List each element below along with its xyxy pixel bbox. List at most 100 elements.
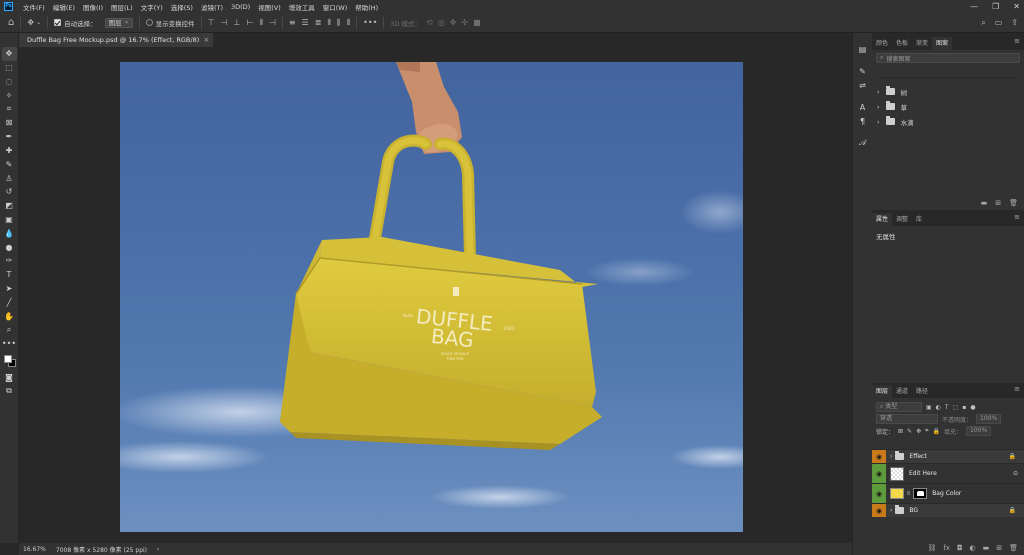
pen-tool-icon[interactable]: ✑ xyxy=(2,254,17,268)
menu-view[interactable]: 视图(V) xyxy=(254,2,285,12)
menu-filter[interactable]: 滤镜(T) xyxy=(197,2,227,12)
document-canvas[interactable]: DUFFLE BAG Kulo 2021 READY MOCKUP FREE P… xyxy=(120,62,743,532)
character-icon[interactable]: A xyxy=(856,101,870,113)
auto-select-dropdown[interactable]: 图层 xyxy=(104,17,133,28)
delete-icon[interactable]: 🗑 xyxy=(1009,199,1018,207)
brush-tool-icon[interactable]: ✎ xyxy=(2,157,17,171)
line-tool-icon[interactable]: ╱ xyxy=(2,295,17,309)
new-group-icon[interactable]: ▬ xyxy=(983,544,990,552)
frame-tool-icon[interactable]: ⊠ xyxy=(2,116,17,130)
eraser-tool-icon[interactable]: ◩ xyxy=(2,199,17,213)
layer-row-edit-here[interactable]: ◉ Edit Here ⊙ xyxy=(872,463,1024,483)
menu-3d[interactable]: 3D(D) xyxy=(227,3,254,11)
distribute-left-icon[interactable]: ⦀ xyxy=(327,18,331,28)
layer-row-bag-color[interactable]: ◉ 8 Bag Color xyxy=(872,483,1024,503)
new-layer-icon[interactable]: ⊞ xyxy=(996,544,1002,552)
filter-adjust-icon[interactable]: ◐ xyxy=(936,404,941,411)
quick-mask-icon[interactable]: ◙ xyxy=(2,371,17,385)
fill-input[interactable]: 100% xyxy=(966,426,992,436)
stamp-tool-icon[interactable]: ♙ xyxy=(2,171,17,185)
link-layers-icon[interactable]: ⛓ xyxy=(927,544,936,552)
workspace-icon[interactable]: ▭ xyxy=(995,18,1003,27)
delete-layer-icon[interactable]: 🗑 xyxy=(1009,544,1018,552)
lock-position-icon[interactable]: ✥ xyxy=(916,428,921,435)
filter-pixel-icon[interactable]: ▣ xyxy=(926,404,932,411)
distribute-right-icon[interactable]: ⦀ xyxy=(347,18,351,28)
visibility-eye-icon[interactable]: ◉ xyxy=(872,450,886,463)
align-top-icon[interactable]: ⊤ xyxy=(208,18,215,27)
add-mask-icon[interactable]: ◘ xyxy=(957,544,963,552)
distribute-vcenter-icon[interactable]: ☰ xyxy=(302,18,309,27)
document-tab[interactable]: Duffle Bag Free Mockup.psd @ 16.7% (Effe… xyxy=(19,33,214,47)
zoom-tool-icon[interactable]: ⌕ xyxy=(2,323,17,337)
tab-gradients[interactable]: 渐变 xyxy=(912,37,932,50)
move-tool-preset[interactable]: ✥ ⌄ xyxy=(27,18,41,27)
type-tool-icon[interactable]: T xyxy=(2,268,17,282)
menu-select[interactable]: 选择(S) xyxy=(167,2,197,12)
pattern-folder[interactable]: › 水滴 xyxy=(872,114,1024,129)
magic-wand-tool-icon[interactable]: ✧ xyxy=(2,88,17,102)
color-swatches[interactable] xyxy=(2,353,17,371)
status-menu-arrow[interactable]: › xyxy=(157,546,159,553)
home-icon[interactable]: ⌂ xyxy=(8,17,14,28)
more-options-icon[interactable]: ••• xyxy=(363,18,377,27)
history-brush-tool-icon[interactable]: ↺ xyxy=(2,185,17,199)
hand-tool-icon[interactable]: ✋ xyxy=(2,309,17,323)
align-left-icon[interactable]: ⊢ xyxy=(247,18,254,27)
menu-file[interactable]: 文件(F) xyxy=(19,2,49,12)
layer-row-bg[interactable]: ◉ › BG 🔒 xyxy=(872,503,1024,517)
menu-window[interactable]: 窗口(W) xyxy=(319,2,352,12)
blur-tool-icon[interactable]: 💧 xyxy=(2,226,17,240)
chevron-right-icon[interactable]: › xyxy=(890,453,892,460)
lock-all-icon[interactable]: 🔒 xyxy=(933,428,940,435)
menu-plugins[interactable]: 增效工具 xyxy=(285,2,319,12)
more-tools-icon[interactable]: ••• xyxy=(2,337,17,351)
minimize-button[interactable]: — xyxy=(970,2,978,11)
zoom-level[interactable]: 16.67% xyxy=(23,546,46,553)
close-tab-icon[interactable]: × xyxy=(203,33,209,47)
visibility-eye-icon[interactable]: ◉ xyxy=(872,504,886,517)
lock-artboard-icon[interactable]: ⌗ xyxy=(925,427,928,435)
layer-filter-dropdown[interactable]: ⌕ 类型 xyxy=(876,402,922,412)
lock-image-icon[interactable]: ✎ xyxy=(907,428,912,435)
align-right-icon[interactable]: ⊣ xyxy=(269,18,276,27)
search-icon[interactable]: ⌕ xyxy=(981,18,985,28)
menu-help[interactable]: 帮助(H) xyxy=(351,2,382,12)
crop-tool-icon[interactable]: ⌗ xyxy=(2,102,17,116)
restore-button[interactable]: ❐ xyxy=(992,2,999,11)
visibility-eye-icon[interactable]: ◉ xyxy=(872,484,886,503)
tab-layers[interactable]: 图层 xyxy=(872,385,893,398)
distribute-top-icon[interactable]: ≡ xyxy=(289,18,296,27)
glyphs-icon[interactable]: 𝒜 xyxy=(856,137,870,149)
filter-toggle-icon[interactable]: ● xyxy=(970,404,975,411)
filter-shape-icon[interactable]: ⬚ xyxy=(953,404,959,411)
tab-paths[interactable]: 路径 xyxy=(912,385,932,398)
tab-color[interactable]: 颜色 xyxy=(872,37,892,50)
layer-style-icon[interactable]: fx xyxy=(943,544,950,552)
healing-tool-icon[interactable]: ✚ xyxy=(2,144,17,158)
eyedropper-tool-icon[interactable]: ✒ xyxy=(2,130,17,144)
chevron-right-icon[interactable]: › xyxy=(890,507,892,514)
lasso-tool-icon[interactable]: ◌ xyxy=(2,75,17,89)
screen-mode-icon[interactable]: ⧉ xyxy=(2,384,17,398)
show-transform-checkbox[interactable]: 显示变换控件 xyxy=(145,18,195,28)
distribute-hcenter-icon[interactable]: ⫼ xyxy=(337,18,341,28)
align-bottom-icon[interactable]: ⊥ xyxy=(234,18,241,27)
distribute-bottom-icon[interactable]: ≣ xyxy=(315,18,322,27)
history-icon[interactable]: ▤ xyxy=(856,43,870,55)
brush-settings-icon[interactable]: ✎ xyxy=(856,65,870,77)
dodge-tool-icon[interactable]: ● xyxy=(2,240,17,254)
panel-menu-icon[interactable]: ≡ xyxy=(1014,213,1020,221)
tab-patterns[interactable]: 图案 xyxy=(932,37,953,50)
pattern-search-input[interactable]: ⌕ 搜索图案 xyxy=(876,53,1020,63)
opacity-input[interactable]: 100% xyxy=(976,414,1002,424)
adjustments-icon[interactable]: ⇌ xyxy=(856,79,870,91)
layer-row-effect[interactable]: ◉ › Effect 🔒 xyxy=(872,449,1024,463)
tab-swatches[interactable]: 色板 xyxy=(892,37,912,50)
marquee-tool-icon[interactable]: ⬚ xyxy=(2,61,17,75)
tab-channels[interactable]: 通道 xyxy=(892,385,912,398)
visibility-eye-icon[interactable]: ◉ xyxy=(872,464,886,483)
share-icon[interactable]: ⇪ xyxy=(1011,18,1018,27)
auto-select-checkbox[interactable]: 自动选择： xyxy=(54,18,97,28)
filter-type-icon[interactable]: T xyxy=(945,404,949,411)
